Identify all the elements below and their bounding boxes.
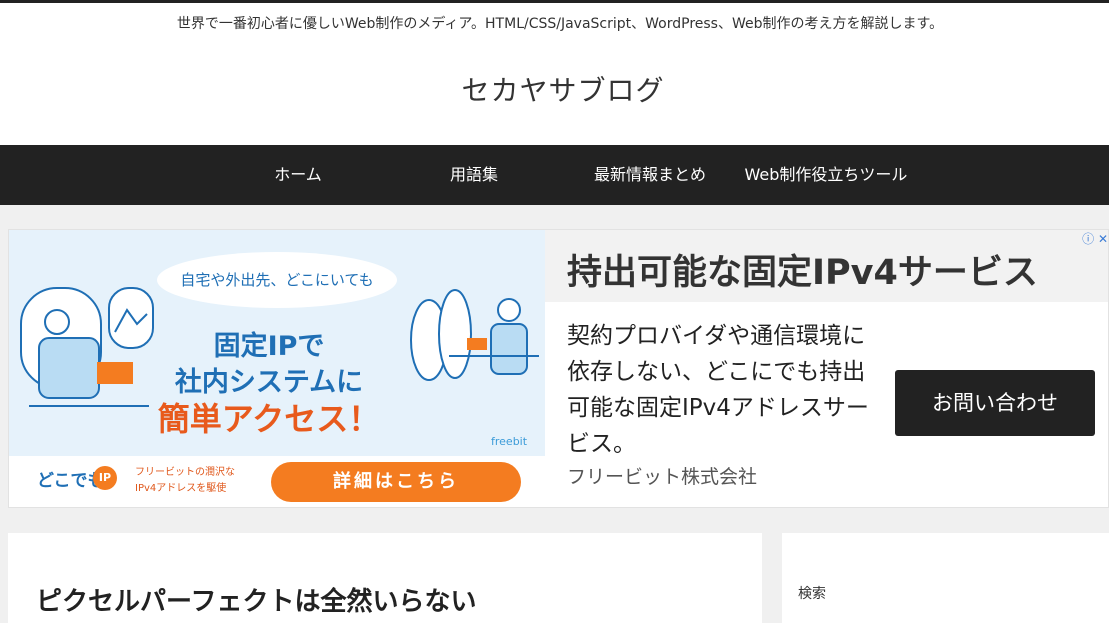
banner-sub-text: フリービットの潤沢な IPv4アドレスを駆使 [135,465,235,497]
global-nav: ホーム 用語集 最新情報まとめ Web制作役立ちツール [0,145,1109,205]
sidebar-widget: 検索 [782,533,1109,623]
site-tagline: 世界で一番初心者に優しいWeb制作のメディア。HTML/CSS/JavaScri… [176,16,944,32]
nav-item-latest-news[interactable]: 最新情報まとめ [580,145,720,205]
nav-item-home[interactable]: ホーム [248,145,348,205]
article-card: ピクセルパーフェクトは全然いらない [8,533,762,623]
ad-contact-button[interactable]: お問い合わせ [895,370,1095,436]
banner-bubble-text: 自宅や外出先、どこにいても [157,252,397,308]
ad-headline-box: 持出可能な固定IPv4サービス [545,230,1108,302]
ad-advertiser: フリービット株式会社 [567,466,758,488]
site-title[interactable]: セカヤサブログ [0,69,1109,109]
nav-item-web-tools[interactable]: Web制作役立ちツール [736,145,916,205]
ad-headline[interactable]: 持出可能な固定IPv4サービス [567,244,1038,295]
ad-choices-icon[interactable]: ⓘ ✕ [1082,230,1108,247]
advertisement[interactable]: 自宅や外出先、どこにいても 固定IPで 社内システムに 簡単アクセス！ free… [8,229,1109,508]
banner-line-3: 簡単アクセス！ [157,400,381,438]
banner-sub-line-1: フリービットの潤沢な [135,467,235,478]
site-header: 世界で一番初心者に優しいWeb制作のメディア。HTML/CSS/JavaScri… [0,3,1109,145]
ad-description: 契約プロバイダや通信環境に依存しない、どこにでも持出可能な固定IPv4アドレスサ… [567,323,869,457]
info-icon[interactable]: ⓘ [1082,232,1094,246]
close-icon[interactable]: ✕ [1098,232,1108,246]
search-widget-title: 検索 [798,586,826,602]
banner-sub-line-2: IPv4アドレスを駆使 [135,483,227,494]
nav-item-glossary[interactable]: 用語集 [424,145,524,205]
ad-banner-image[interactable]: 自宅や外出先、どこにいても 固定IPで 社内システムに 簡単アクセス！ free… [9,230,545,507]
banner-line-1: 固定IPで [213,331,325,362]
banner-details-button[interactable]: 詳細はこちら [271,462,521,502]
ip-pin-icon: IP [93,466,117,490]
banner-bottom-bar: どこでも IP フリービットの潤沢な IPv4アドレスを駆使 詳細はこちら [9,456,545,507]
freebit-logo: freebit [491,435,528,448]
